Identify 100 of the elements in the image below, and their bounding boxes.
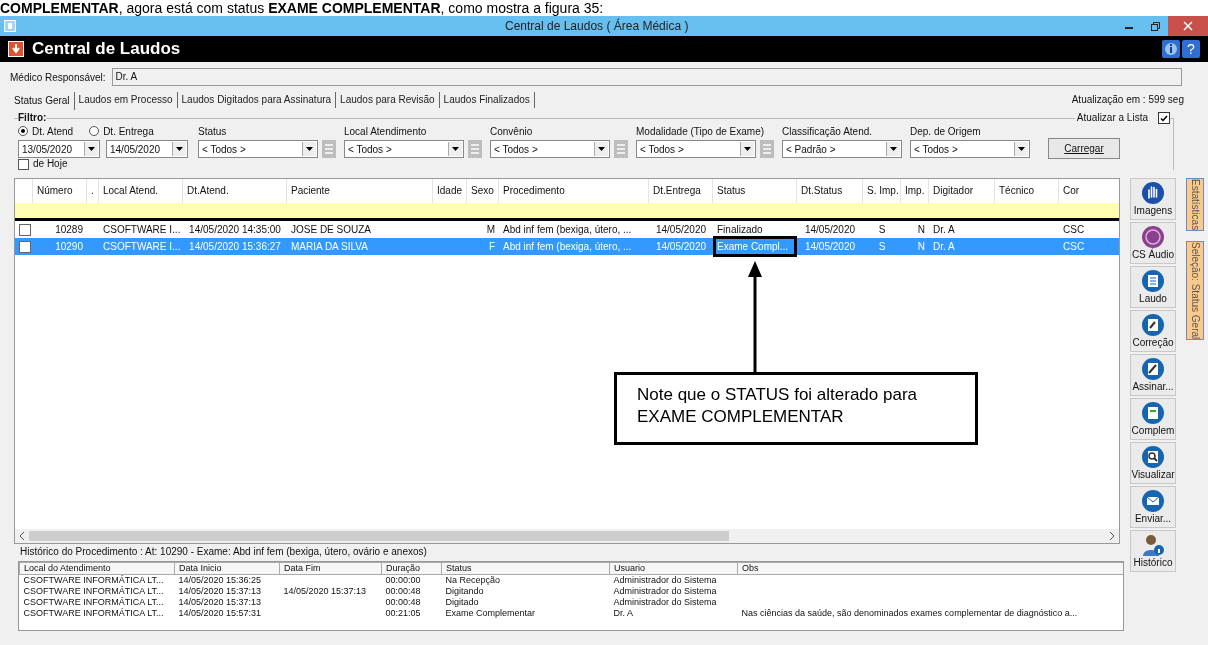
restore-icon[interactable]: [1150, 21, 1160, 31]
dropdown-label: Local Atendimento: [344, 125, 428, 138]
side-button[interactable]: Laudo: [1130, 266, 1176, 308]
table-cell-text: Dr. A: [933, 240, 955, 254]
dropdown[interactable]: < Todos >: [344, 140, 464, 158]
column-header[interactable]: Status: [441, 562, 610, 575]
side-button[interactable]: Imagens: [1130, 178, 1176, 220]
table-cell: Digitado: [445, 597, 479, 607]
tab[interactable]: Laudos Digitados para Assinatura: [177, 92, 337, 108]
radio-button[interactable]: [18, 126, 28, 136]
dropdown-label: Modalidade (Tipo de Exame): [636, 125, 766, 138]
load-button[interactable]: Carregar: [1048, 138, 1120, 159]
side-button[interactable]: Assinar...: [1130, 354, 1176, 396]
window-icon: [4, 20, 16, 32]
table-cell: CSOFTWARE INFORMÁTICA LT...: [23, 608, 164, 618]
table-cell-text: MARIA DA SILVA: [291, 240, 368, 254]
dropdown[interactable]: < Todos >: [636, 140, 756, 158]
tab[interactable]: Laudos em Processo: [74, 92, 178, 108]
document-add-icon: [1141, 401, 1165, 425]
table-cell: 00:00:48: [385, 597, 421, 607]
side-tab[interactable]: Seleção: Status Geral: [1186, 241, 1204, 341]
side-button[interactable]: Complem: [1130, 398, 1176, 440]
table-cell-text: Abd inf fem (bexiga, útero, ...: [503, 223, 632, 237]
side-button[interactable]: Correção: [1130, 310, 1176, 352]
table-row[interactable]: 10289 CSOFTWARE I... 14/05/2020 14:35:00 JOSE DE SOUZA M Abd inf fem (bexiga, útero, ... 14/05/2020 Finalizado 14/05/2020 S N Dr. A CSC: [15, 221, 1119, 238]
table-cell-text: 14/05/2020: [655, 240, 707, 254]
auto-refresh-checkbox[interactable]: [1158, 112, 1170, 124]
table-cell-text: 10289: [55, 223, 83, 237]
date-field[interactable]: 13/05/2020: [18, 140, 100, 158]
filter-title: Filtro:: [18, 112, 47, 124]
dropdown[interactable]: < Todos >: [910, 140, 1030, 158]
table-cell-text: CSC: [1063, 240, 1085, 254]
column-header[interactable]: Usuario: [609, 562, 738, 575]
side-button[interactable]: CS Áudio: [1130, 222, 1176, 264]
table-cell: 14/05/2020 15:37:13: [283, 586, 367, 596]
scroll-right-icon[interactable]: [1109, 532, 1115, 540]
table-cell-text: 14/05/2020 14:35:00: [189, 223, 281, 237]
dropdown[interactable]: < Todos >: [198, 140, 318, 158]
dropdown-label: Classificação Atend.: [782, 125, 874, 138]
side-button[interactable]: Visualizar: [1130, 442, 1176, 484]
table-cell: CSOFTWARE INFORMÁTICA LT...: [23, 575, 164, 585]
today-checkbox[interactable]: [18, 158, 29, 170]
column-header[interactable]: Local do Atendimento: [19, 562, 175, 575]
table-cell: Dr. A: [613, 608, 633, 618]
table-cell-text: S: [878, 240, 886, 254]
table-cell-text: CSOFTWARE I...: [103, 223, 181, 237]
column-header[interactable]: Obs: [737, 562, 1123, 575]
dropdown[interactable]: < Padrão >: [782, 140, 902, 158]
side-tab[interactable]: Estatísticas: [1186, 178, 1204, 232]
document-caption: COMPLEMENTAR, agora está com status EXAME COMPLEMENTAR, como mostra a figura 35:: [0, 0, 605, 16]
doctor-field[interactable]: Dr. A: [111, 68, 1182, 86]
table-cell-text: 14/05/2020 15:36:27: [189, 240, 281, 254]
tab[interactable]: Laudos para Revisão: [336, 92, 440, 108]
column-header[interactable]: Duração: [381, 562, 442, 575]
row-checkbox[interactable]: [19, 240, 31, 253]
history-title: Histórico do Procedimento : At: 10290 - Exame: Abd inf fem (bexiga, útero, ovário e anexos): [20, 546, 428, 558]
table-cell: Na Recepção: [445, 575, 501, 585]
table-cell-text: N: [917, 223, 925, 237]
app-title: Central de Laudos: [32, 38, 181, 61]
today-label: de Hoje: [33, 158, 68, 170]
user-info-icon: [1141, 533, 1165, 557]
field-label: Médico Responsável:: [10, 70, 106, 85]
help-button[interactable]: ?: [1182, 40, 1200, 58]
callout-note: Note que o STATUS foi alterado para EXAME COMPLEMENTAR: [614, 372, 978, 445]
filter-row[interactable]: [15, 203, 1119, 221]
radio-label: Dt. Atend: [32, 124, 74, 139]
radio-label: Dt. Entrega: [103, 124, 154, 139]
magnifier-icon: [1141, 445, 1165, 469]
tab[interactable]: Laudos Finalizados: [439, 92, 535, 108]
column-header[interactable]: Data Inicio: [174, 562, 280, 575]
row-checkbox[interactable]: [19, 223, 31, 236]
app-logo-icon: [8, 41, 24, 57]
table-cell-text: Abd inf fem (bexiga, útero, ...: [503, 240, 632, 254]
info-icon[interactable]: [1162, 40, 1180, 58]
table-cell: 14/05/2020 15:57:31: [178, 608, 262, 618]
side-button[interactable]: Enviar...: [1130, 486, 1176, 528]
document-pen-icon: [1141, 357, 1165, 381]
table-cell-text: CSOFTWARE I...: [103, 240, 181, 254]
table-cell-text: N: [917, 240, 925, 254]
table-cell-text: 14/05/2020: [804, 223, 856, 237]
hand-icon: [1141, 181, 1165, 205]
table-cell-text: CSC: [1063, 223, 1085, 237]
auto-refresh-label: Atualizar a Lista: [1076, 112, 1148, 124]
radio-button[interactable]: [89, 126, 100, 136]
dropdown[interactable]: < Todos >: [490, 140, 610, 158]
date-field[interactable]: 14/05/2020: [106, 140, 188, 158]
table-cell: CSOFTWARE INFORMÁTICA LT...: [23, 597, 164, 607]
table-cell-text: Finalizado: [717, 223, 763, 237]
scrollbar-thumb[interactable]: [29, 531, 729, 541]
side-button[interactable]: Histórico: [1130, 530, 1176, 572]
table-cell: 14/05/2020 15:36:25: [178, 575, 262, 585]
envelope-icon: [1141, 489, 1165, 513]
close-icon: [1183, 21, 1193, 31]
scroll-left-icon[interactable]: [19, 532, 25, 540]
table-cell: 00:00:00: [385, 575, 421, 585]
dropdown-label: Dep. de Origem: [910, 125, 982, 138]
column-header[interactable]: Data Fim: [279, 562, 382, 575]
horizontal-scrollbar[interactable]: [15, 529, 1119, 543]
table-cell: Administrador do Sistema: [613, 597, 717, 607]
table-cell-text: 14/05/2020: [804, 240, 856, 254]
